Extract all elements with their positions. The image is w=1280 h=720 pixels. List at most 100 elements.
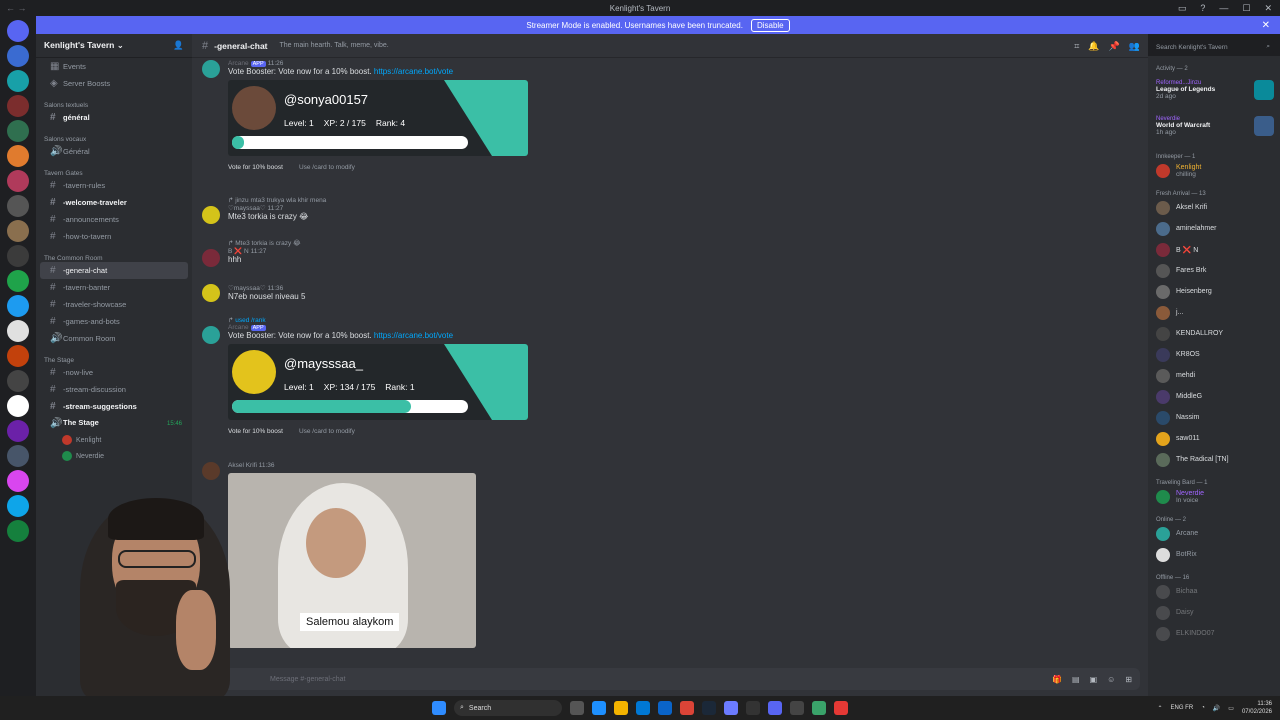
channel-tavern-banter[interactable]: # -tavern-banter <box>40 279 188 296</box>
disable-button[interactable]: Disable <box>750 18 790 32</box>
channel-general-chat[interactable]: # -general-chat <box>40 262 188 279</box>
inbox-icon[interactable]: ▭ <box>1178 0 1187 16</box>
vote-link[interactable]: https://arcane.bot/vote <box>374 331 453 340</box>
server-icon[interactable] <box>7 70 29 92</box>
taskbar-search[interactable]: ⌕ Search <box>454 700 562 716</box>
member-item[interactable]: MiddleG <box>1148 386 1280 407</box>
members-icon[interactable]: 👥 <box>1129 41 1140 52</box>
vote-button[interactable]: Vote for 10% boost <box>228 164 283 171</box>
chevron-up-icon[interactable]: ⌃ <box>1157 705 1162 712</box>
voice-user[interactable]: Kenlight <box>36 432 192 448</box>
vote-link[interactable]: https://arcane.bot/vote <box>374 67 453 76</box>
member-item[interactable]: BotRix <box>1148 544 1280 565</box>
server-icon[interactable] <box>7 270 29 292</box>
server-icon[interactable] <box>7 470 29 492</box>
member-item[interactable]: Daisy <box>1148 602 1280 623</box>
reply-preview[interactable]: used /rank <box>235 317 265 324</box>
taskview-icon[interactable] <box>570 701 584 715</box>
server-icon[interactable] <box>7 120 29 142</box>
server-icon[interactable] <box>7 220 29 242</box>
search-input[interactable]: Search Kenlight's Tavern ⌕ <box>1152 40 1274 54</box>
outlook-icon[interactable] <box>658 701 672 715</box>
server-icon[interactable] <box>7 245 29 267</box>
apps-icon[interactable]: ⊞ <box>1125 675 1132 684</box>
category-text[interactable]: Salons textuels <box>36 96 192 109</box>
server-icon[interactable] <box>7 420 29 442</box>
help-icon[interactable]: ? <box>1200 0 1205 16</box>
app-icon[interactable] <box>790 701 804 715</box>
member-item[interactable]: Heisenberg <box>1148 281 1280 302</box>
voice-general[interactable]: 🔊 Général <box>40 143 188 160</box>
channel-now-live[interactable]: # -now-live <box>40 364 188 381</box>
copilot-icon[interactable] <box>592 701 606 715</box>
back-icon[interactable]: ← → <box>6 0 27 16</box>
pin-icon[interactable]: 📌 <box>1109 41 1120 52</box>
username[interactable]: Arcane <box>228 324 249 331</box>
username[interactable]: Arcane <box>228 60 249 67</box>
server-icon[interactable] <box>7 395 29 417</box>
server-icon[interactable] <box>7 145 29 167</box>
server-icon[interactable] <box>7 345 29 367</box>
store-icon[interactable] <box>636 701 650 715</box>
explorer-icon[interactable] <box>614 701 628 715</box>
member-item[interactable]: ELKINDO07 <box>1148 623 1280 644</box>
channel-topic[interactable]: The main hearth. Talk, meme, vibe. <box>280 42 389 49</box>
channel-announcements[interactable]: # -announcements <box>40 211 188 228</box>
message-composer[interactable]: Message #-general-chat 🎁 ▤ ▣ ☺ ⊞ <box>200 668 1140 690</box>
vote-button[interactable]: Vote for 10% boost <box>228 428 283 435</box>
channel-games-and-bots[interactable]: # -games-and-bots <box>40 313 188 330</box>
member-item[interactable]: aminelahmer <box>1148 218 1280 239</box>
username[interactable]: Aksel Krifi <box>228 462 257 469</box>
server-boosts-item[interactable]: ◈ Server Boosts <box>40 75 188 92</box>
steam-icon[interactable] <box>702 701 716 715</box>
clock[interactable]: 11:36 07/02/2026 <box>1242 700 1272 716</box>
member-item[interactable]: Arcane <box>1148 523 1280 544</box>
server-icon[interactable] <box>7 295 29 317</box>
username[interactable]: ♡mayssaa♡ <box>228 205 266 212</box>
close-icon[interactable]: ✕ <box>1264 0 1272 16</box>
bell-icon[interactable]: 🔔 <box>1088 41 1099 52</box>
threads-icon[interactable]: ⌗ <box>1074 41 1079 52</box>
server-icon[interactable] <box>7 195 29 217</box>
server-header[interactable]: Kenlight's Tavern ⌄ 👤 <box>36 34 192 58</box>
app-icon[interactable] <box>724 701 738 715</box>
wifi-icon[interactable]: ◔ <box>1201 705 1205 711</box>
sticker-icon[interactable]: ▣ <box>1090 675 1098 684</box>
member-item[interactable]: mehdi <box>1148 365 1280 386</box>
gif-icon[interactable]: ▤ <box>1072 675 1080 684</box>
channel-traveler-showcase[interactable]: # -traveler-showcase <box>40 296 188 313</box>
member-item[interactable]: j... <box>1148 302 1280 323</box>
channel-tavern-rules[interactable]: # -tavern-rules <box>40 177 188 194</box>
server-icon[interactable] <box>7 370 29 392</box>
voice-common-room[interactable]: 🔊 Common Room <box>40 330 188 347</box>
member-item[interactable]: KENDALLROY <box>1148 323 1280 344</box>
events-item[interactable]: ▦ Events <box>40 58 188 75</box>
voice-user[interactable]: Neverdie <box>36 448 192 464</box>
obs-icon[interactable] <box>834 701 848 715</box>
reply-preview[interactable]: Mte3 torkia is crazy 😂 <box>235 240 300 247</box>
activity-item[interactable]: Reformed...Jinzu League of Legends 2d ago <box>1148 72 1280 108</box>
member-item[interactable]: Fares Brk <box>1148 260 1280 281</box>
reply-preview[interactable]: jinzu mta3 trukya wla khir mena <box>235 197 326 204</box>
channel-general[interactable]: # général <box>40 109 188 126</box>
channel-welcome-traveler[interactable]: # -welcome-traveler <box>40 194 188 211</box>
voice-the-stage[interactable]: 🔊 The Stage 15:46 <box>40 415 188 432</box>
member-item[interactable]: B ❌ N <box>1148 239 1280 260</box>
server-icon[interactable] <box>7 445 29 467</box>
member-item[interactable]: Kenlight chilling <box>1148 160 1280 181</box>
category-gates[interactable]: Tavern Gates <box>36 164 192 177</box>
app-icon[interactable] <box>746 701 760 715</box>
category-stage[interactable]: The Stage <box>36 351 192 364</box>
emoji-icon[interactable]: ☺ <box>1107 675 1115 684</box>
app-icon[interactable] <box>812 701 826 715</box>
modify-button[interactable]: Use /card to modify <box>299 428 355 435</box>
chrome-icon[interactable] <box>680 701 694 715</box>
invite-icon[interactable]: 👤 <box>173 40 184 51</box>
channel-stream-suggestions[interactable]: # -stream-suggestions <box>40 398 188 415</box>
username[interactable]: B ❌ N <box>228 248 249 255</box>
server-icon[interactable] <box>7 320 29 342</box>
member-item[interactable]: The Radical [TN] <box>1148 449 1280 470</box>
member-item[interactable]: Nassim <box>1148 407 1280 428</box>
home-icon[interactable] <box>7 20 29 42</box>
server-icon[interactable] <box>7 495 29 517</box>
